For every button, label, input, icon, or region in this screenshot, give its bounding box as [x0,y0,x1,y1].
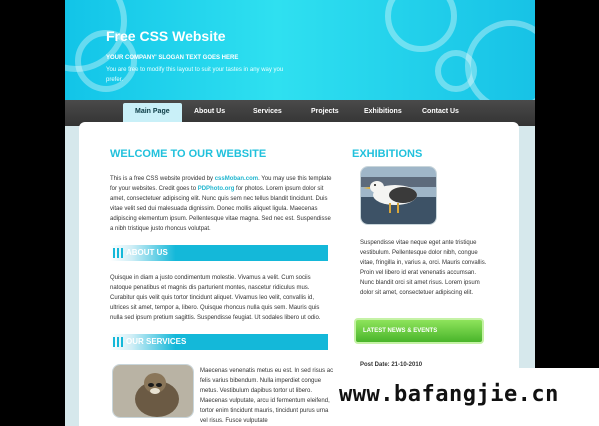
marmot-photo [112,364,194,418]
circle-decoration-icon [435,50,477,92]
about-heading: ABOUT US [126,248,168,257]
latest-news-label: LATEST NEWS & EVENTS [363,328,438,334]
services-bar: OUR SERVICES [110,334,328,350]
welcome-heading: WELCOME TO OUR WEBSITE [110,148,267,160]
nav-projects[interactable]: Projects [311,108,339,115]
nav-services[interactable]: Services [253,108,282,115]
circle-decoration-icon [465,20,535,100]
exhibitions-text: Suspendisse vitae neque eget ante tristi… [360,240,487,296]
seagull-photo [360,166,437,225]
nav-exhibitions[interactable]: Exhibitions [364,108,402,115]
left-margin [0,0,65,426]
nav-contact-us[interactable]: Contact Us [422,108,459,115]
slogan: YOUR COMPANY' SLOGAN TEXT GOES HERE [106,55,239,61]
watermark-text: www.bafangjie.cn [339,382,559,407]
cssmoban-link[interactable]: cssMoban.com [215,176,258,182]
right-margin [535,0,599,426]
header-subline: You are free to modify this layout to su… [106,67,284,83]
latest-news-button[interactable]: LATEST NEWS & EVENTS [354,318,484,344]
services-text: Maecenas venenatis metus eu est. In sed … [200,368,334,424]
site-title[interactable]: Free CSS Website [106,28,226,44]
services-heading: OUR SERVICES [126,337,187,346]
watermark: www.bafangjie.cn [333,368,599,426]
exhibitions-heading: EXHIBITIONS [352,148,423,160]
header [65,0,535,100]
welcome-text: This is a free CSS website provided by c… [110,176,332,232]
pdphoto-link[interactable]: PDPhoto.org [198,186,235,192]
about-text: Quisque in diam a justo condimentum mole… [110,275,321,321]
arrow-icon [113,337,123,347]
about-bar: ABOUT US [110,245,328,261]
circle-decoration-icon [385,0,457,52]
nav-about-us[interactable]: About Us [194,108,225,115]
arrow-icon [113,248,123,258]
